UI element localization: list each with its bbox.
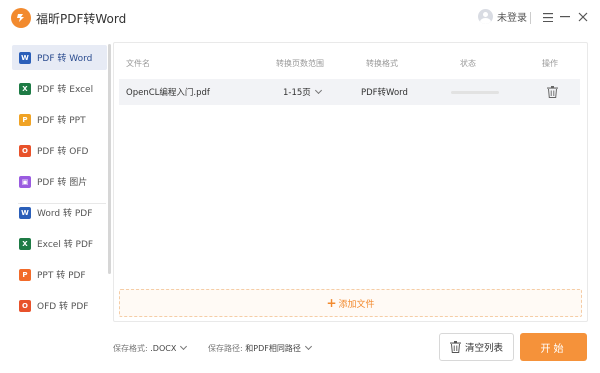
- save-format-value: .DOCX: [150, 344, 177, 353]
- sidebar-item[interactable]: X Excel 转 PDF: [12, 231, 107, 256]
- sidebar-item-label: PPT 转 PDF: [37, 271, 86, 281]
- sidebar-item[interactable]: ▣ PDF 转 图片: [12, 169, 107, 194]
- sidebar-item-label: OFD 转 PDF: [37, 302, 89, 312]
- clear-list-button[interactable]: 清空列表: [439, 333, 514, 361]
- sidebar-item-label: Excel 转 PDF: [37, 240, 94, 250]
- ofd-icon: O: [19, 299, 31, 312]
- sidebar-item-label: PDF 转 图片: [37, 178, 88, 188]
- sidebar-item-label: PDF 转 OFD: [37, 147, 89, 157]
- save-format-select[interactable]: 保存格式: .DOCX: [113, 342, 188, 354]
- sidebar-item[interactable]: X PDF 转 Excel: [12, 76, 107, 101]
- chevron-down-icon: [180, 342, 188, 351]
- progress-bar: [451, 91, 499, 94]
- save-format-label: 保存格式:: [113, 344, 148, 353]
- header-action: 操作: [542, 59, 558, 68]
- sidebar-item[interactable]: P PPT 转 PDF: [12, 262, 107, 287]
- title-bar: 福昕PDF转Word 未登录: [0, 0, 600, 36]
- add-file-button[interactable]: + 添加文件: [119, 289, 582, 317]
- sidebar-item-label: PDF 转 Word: [37, 54, 93, 64]
- sidebar-item-label: Word 转 PDF: [37, 209, 93, 219]
- header-format: 转换格式: [366, 59, 398, 68]
- sidebar-item-label: PDF 转 PPT: [37, 116, 86, 126]
- trash-icon[interactable]: [547, 86, 558, 98]
- sidebar-item[interactable]: P PDF 转 PPT: [12, 107, 107, 132]
- save-path-select[interactable]: 保存路径: 和PDF相同路径: [208, 342, 312, 354]
- file-list-panel: 文件名 转换页数范围 转换格式 状态 操作 OpenCL编程入门.pdf 1-1…: [113, 42, 588, 322]
- word-icon: W: [19, 51, 31, 64]
- avatar-icon: [478, 9, 493, 24]
- sidebar: W PDF 转 Word X PDF 转 Excel P PDF 转 PPT O PDF 转 …: [8, 42, 108, 332]
- save-path-value: 和PDF相同路径: [245, 344, 301, 353]
- ppt-icon: P: [19, 268, 31, 281]
- close-icon[interactable]: [576, 10, 590, 24]
- sidebar-divider: [18, 203, 106, 204]
- file-name: OpenCL编程入门.pdf: [126, 88, 210, 98]
- excel-icon: X: [19, 82, 31, 95]
- plus-icon: +: [326, 296, 337, 310]
- header-filename: 文件名: [126, 59, 150, 68]
- header-range: 转换页数范围: [276, 59, 324, 68]
- hamburger-icon[interactable]: [541, 10, 555, 24]
- sidebar-item[interactable]: O OFD 转 PDF: [12, 293, 107, 318]
- page-range-value: 1-15页: [283, 88, 311, 98]
- app-logo-icon: [11, 8, 31, 28]
- ppt-icon: P: [19, 113, 31, 126]
- trash-icon: [449, 341, 461, 353]
- table-row[interactable]: OpenCL编程入门.pdf 1-15页 PDF转Word: [119, 79, 580, 105]
- clear-list-label: 清空列表: [464, 343, 503, 354]
- sidebar-item-label: PDF 转 Excel: [37, 85, 94, 95]
- add-file-label: 添加文件: [338, 299, 375, 310]
- convert-format: PDF转Word: [361, 88, 408, 98]
- login-text: 未登录: [497, 13, 527, 24]
- save-path-label: 保存路径:: [208, 344, 243, 353]
- chevron-down-icon: [304, 342, 312, 351]
- title-divider: [530, 12, 531, 24]
- app-title: 福昕PDF转Word: [36, 12, 127, 26]
- minimize-icon[interactable]: [558, 10, 572, 24]
- sidebar-item[interactable]: O PDF 转 OFD: [12, 138, 107, 163]
- page-range-select[interactable]: 1-15页: [283, 86, 322, 98]
- sidebar-scrollbar[interactable]: [108, 44, 111, 274]
- image-icon: ▣: [19, 175, 31, 188]
- excel-icon: X: [19, 237, 31, 250]
- login-button[interactable]: 未登录: [478, 9, 527, 24]
- word-icon: W: [19, 206, 31, 219]
- ofd-icon: O: [19, 144, 31, 157]
- chevron-down-icon: [314, 86, 322, 95]
- start-label: 开始: [540, 343, 567, 355]
- sidebar-item[interactable]: W PDF 转 Word: [12, 45, 107, 70]
- start-button[interactable]: 开始: [520, 333, 587, 361]
- header-status: 状态: [460, 59, 476, 68]
